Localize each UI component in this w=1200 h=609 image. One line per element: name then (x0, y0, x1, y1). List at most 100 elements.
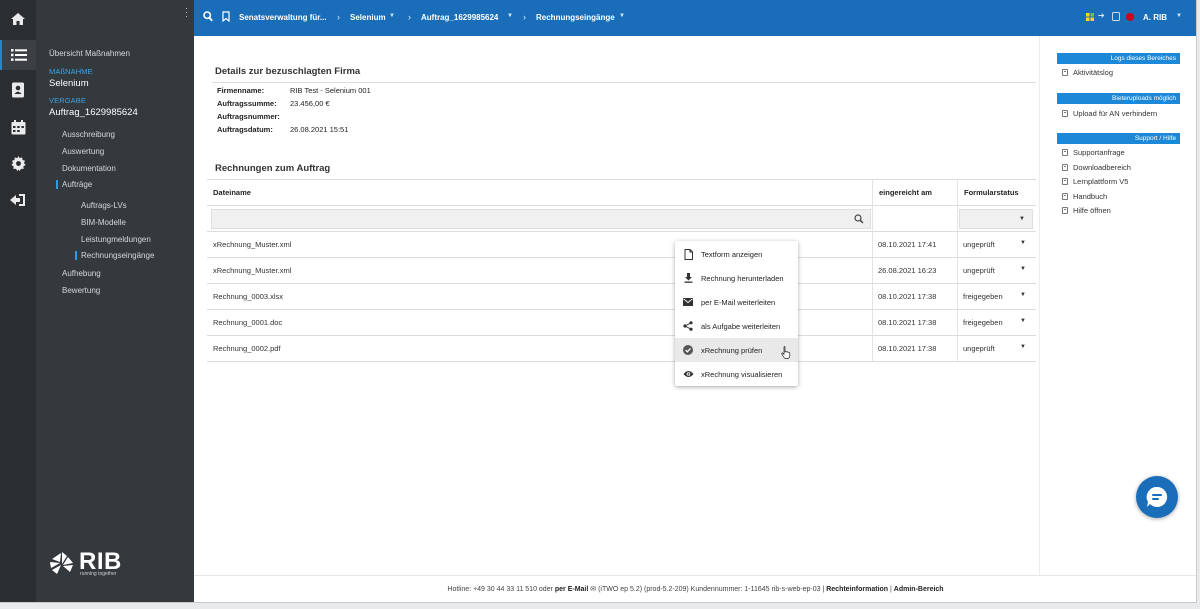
sidebar-item-bewertung[interactable]: Bewertung (62, 286, 100, 295)
divider (207, 283, 1036, 284)
field-label-auftragssumme: Auftragssumme: (217, 99, 277, 108)
menu-item-label: Textform anzeigen (701, 249, 763, 259)
column-header-eingereicht-am[interactable]: eingereicht am (879, 188, 932, 197)
logo-text: RIB (79, 548, 122, 575)
row-menu-caret-icon[interactable]: ▼ (1020, 318, 1026, 324)
menu-item-label: per E-Mail weiterleiten (701, 297, 776, 307)
link-label: Lernplattform V5 (1073, 177, 1129, 186)
menu-item-email[interactable]: per E-Mail weiterleiten (675, 290, 798, 314)
footer-hotline: Hotline: +49 30 44 33 11 510 oder (447, 586, 555, 593)
more-vertical-icon[interactable]: · · · (185, 4, 188, 21)
rib-logo-mark (50, 552, 73, 574)
gear-icon[interactable] (0, 148, 36, 178)
sidebar-item-auswertung[interactable]: Auswertung (62, 147, 104, 156)
link-aktivitaetslog[interactable]: Aktivitätslog (1062, 68, 1113, 77)
panel-divider (1039, 36, 1040, 575)
row-filename[interactable]: Rechnung_0002.pdf (213, 344, 281, 353)
massnahme-value[interactable]: Selenium (49, 78, 89, 89)
chat-button[interactable] (1136, 476, 1178, 518)
row-status: freigegeben (963, 292, 1003, 301)
vergabe-value[interactable]: Auftrag_1629985624 (49, 107, 138, 118)
sidebar-item-auftraege[interactable]: Aufträge (56, 180, 92, 189)
link-upload-verhindern[interactable]: Upload für AN verhindern (1062, 109, 1157, 118)
chevron-down-icon[interactable]: ▼ (1176, 13, 1182, 19)
vergabe-caption: VERGABE (49, 96, 86, 105)
document-icon (1062, 69, 1068, 76)
breadcrumb-auftrag[interactable]: Auftrag_1629985624 (421, 13, 498, 22)
sidebar-subitem-auftrags-lvs[interactable]: Auftrags-LVs (81, 201, 127, 210)
column-header-dateiname[interactable]: Dateiname (213, 188, 251, 197)
sidebar-subitem-rechnungseingaenge[interactable]: Rechnungseingänge (75, 251, 154, 260)
row-date: 08.10.2021 17:41 (878, 240, 937, 249)
link-hilfe-oeffnen[interactable]: Hilfe öffnen (1062, 206, 1111, 215)
divider (207, 231, 1036, 232)
row-menu-caret-icon[interactable]: ▼ (1020, 344, 1026, 350)
panel-header-bieteruploads: Bieteruploads möglich (1057, 93, 1180, 104)
column-header-formularstatus[interactable]: Formularstatus (964, 188, 1019, 197)
sidebar-item-aufhebung[interactable]: Aufhebung (62, 269, 101, 278)
link-label: Handbuch (1073, 192, 1108, 201)
breadcrumb-separator: › (523, 12, 526, 22)
menu-item-textform[interactable]: Textform anzeigen (675, 242, 798, 266)
invoices-title: Rechnungen zum Auftrag (215, 163, 331, 174)
row-date: 08.10.2021 17:38 (878, 318, 937, 327)
list-icon[interactable] (0, 40, 36, 70)
search-icon[interactable] (854, 214, 864, 226)
row-menu-caret-icon[interactable]: ▼ (1020, 240, 1026, 246)
sidebar-subitem-bim-modelle[interactable]: BIM-Modelle (81, 218, 126, 227)
divider (207, 205, 1036, 206)
row-date: 26.08.2021 16:23 (878, 266, 937, 275)
row-filename[interactable]: Rechnung_0003.xlsx (213, 292, 283, 301)
footer-admin-link[interactable]: Admin-Bereich (894, 586, 944, 593)
contact-book-icon[interactable] (0, 75, 36, 105)
breadcrumb-rechnungseingaenge[interactable]: Rechnungseingänge (536, 13, 615, 22)
calendar-icon[interactable] (0, 112, 36, 142)
footer-info: (iTWO ep 5.2) (prod-5.2-209) Kundennumme… (596, 586, 827, 593)
link-lernplattform[interactable]: Lernplattform V5 (1062, 177, 1128, 186)
divider (212, 82, 1036, 83)
chevron-down-icon[interactable]: ▼ (619, 13, 625, 19)
logout-icon[interactable] (0, 185, 36, 215)
document-icon (1062, 110, 1068, 117)
chevron-down-icon[interactable]: ▼ (507, 13, 513, 19)
home-icon[interactable] (0, 4, 36, 34)
sidebar-item-dokumentation[interactable]: Dokumentation (62, 164, 116, 173)
footer-rechteinformation-link[interactable]: Rechteinformation (826, 586, 888, 593)
link-handbuch[interactable]: Handbuch (1062, 192, 1107, 201)
sidebar-subitem-leistungmeldungen[interactable]: Leistungmeldungen (81, 235, 151, 244)
breadcrumb-selenium[interactable]: Selenium (350, 13, 386, 22)
footer-email-link[interactable]: per E-Mail (555, 586, 588, 593)
row-menu-caret-icon[interactable]: ▼ (1020, 266, 1026, 272)
link-supportanfrage[interactable]: Supportanfrage (1062, 148, 1125, 157)
apps-icon[interactable] (1086, 13, 1094, 23)
menu-item-visualisieren[interactable]: xRechnung visualisieren (675, 362, 798, 386)
chevron-down-icon[interactable]: ▼ (389, 13, 395, 19)
sidebar-overview-link[interactable]: Übersicht Maßnahmen (49, 49, 130, 58)
status-filter-select[interactable]: ▼ (959, 209, 1033, 229)
menu-item-download[interactable]: Rechnung herunterladen (675, 266, 798, 290)
arrow-right-icon[interactable]: ➔ (1098, 11, 1105, 20)
menu-item-task[interactable]: als Aufgabe weiterleiten (675, 314, 798, 338)
user-name[interactable]: A. RIB (1143, 13, 1167, 22)
link-downloadbereich[interactable]: Downloadbereich (1062, 163, 1131, 172)
divider (207, 179, 1036, 180)
notification-icon[interactable] (1112, 12, 1120, 23)
sidebar-item-ausschreibung[interactable]: Ausschreibung (62, 130, 115, 139)
breadcrumb-senatsverwaltung[interactable]: Senatsverwaltung für... (239, 13, 327, 22)
row-menu-caret-icon[interactable]: ▼ (1020, 292, 1026, 298)
bookmark-icon[interactable] (222, 11, 230, 24)
top-bar: Senatsverwaltung für... › Selenium ▼ › A… (194, 0, 1196, 36)
document-icon (1062, 207, 1068, 214)
rib-logo: RIB running together (49, 548, 122, 577)
row-filename[interactable]: xRechnung_Muster.xml (213, 240, 291, 249)
mail-icon (682, 298, 694, 306)
row-filename[interactable]: xRechnung_Muster.xml (213, 266, 291, 275)
divider (207, 361, 1036, 362)
logo-tagline: running together (80, 571, 117, 577)
filename-filter-input[interactable] (211, 209, 871, 229)
menu-item-pruefen[interactable]: xRechnung prüfen (675, 338, 798, 362)
search-icon[interactable] (203, 11, 213, 24)
row-filename[interactable]: Rechnung_0001.doc (213, 318, 282, 327)
chat-bubble-icon (1146, 486, 1168, 507)
chevron-down-icon[interactable]: ▼ (1019, 216, 1025, 222)
